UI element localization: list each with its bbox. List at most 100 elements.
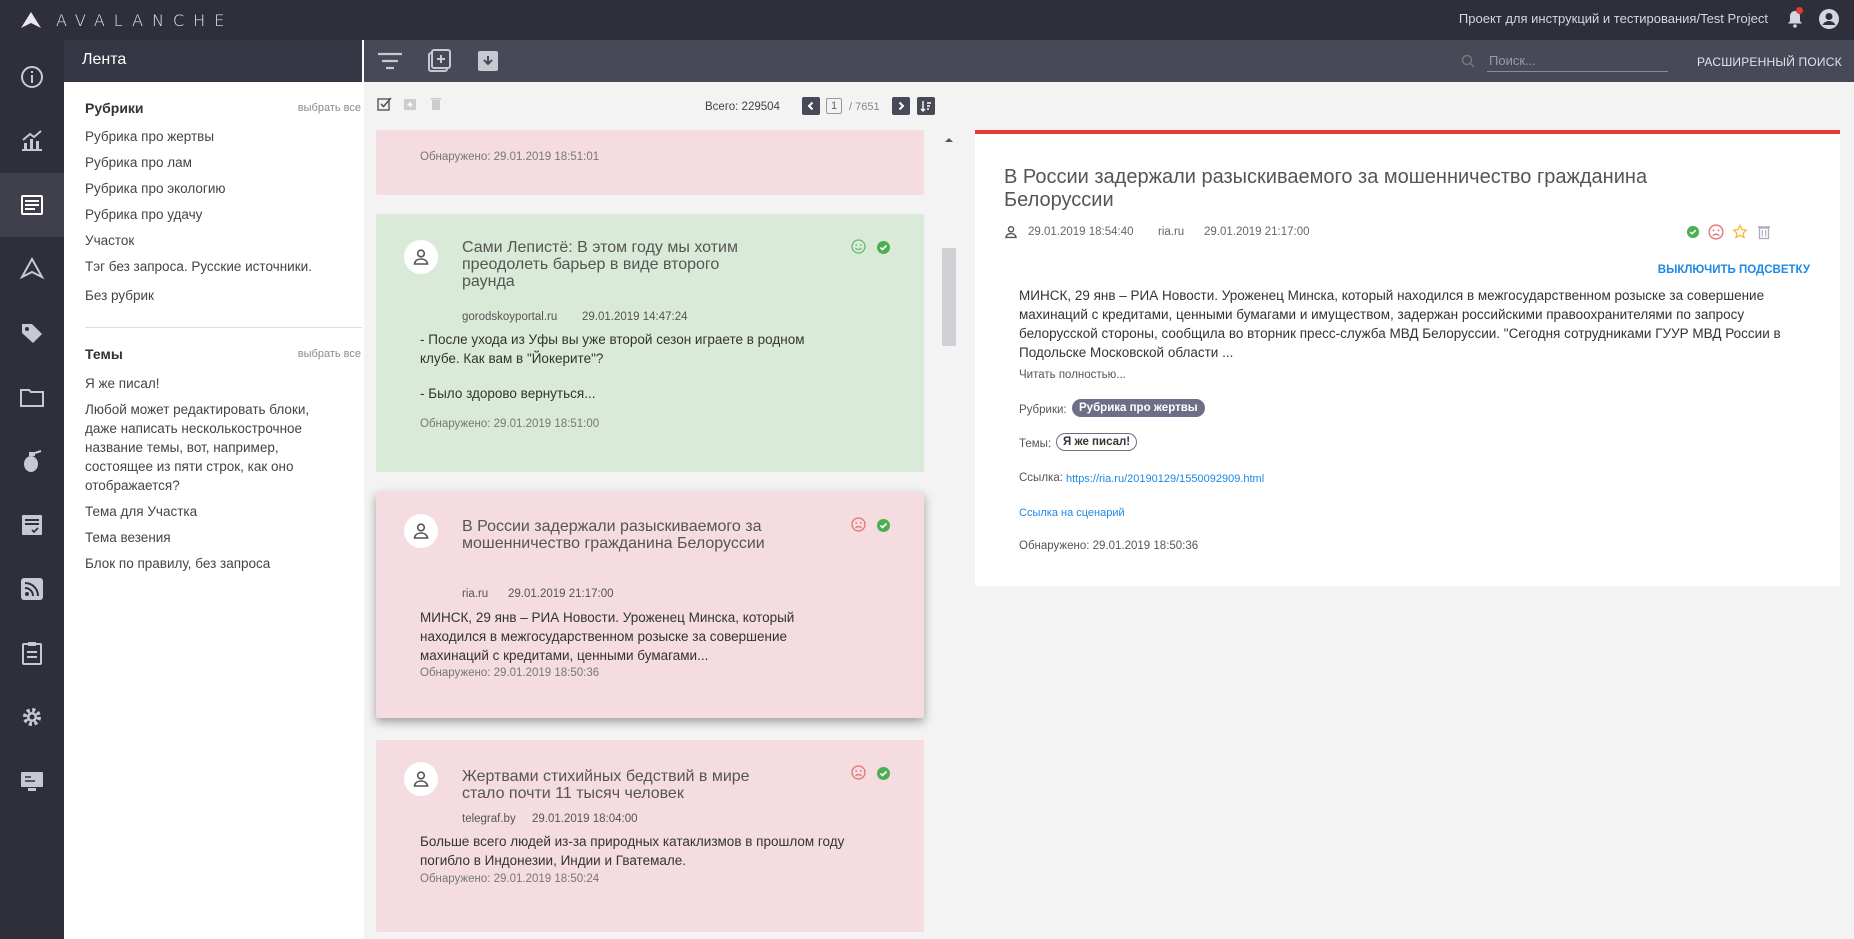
card-snippet: МИНСК, 29 янв – РИА Новости. Уроженец Ми… [420, 610, 795, 663]
rubric-item[interactable]: Рубрика про лам [85, 153, 345, 172]
check-icon[interactable] [1686, 225, 1700, 239]
sidebar-item-folders[interactable] [0, 365, 64, 429]
trash-icon[interactable] [1756, 224, 1772, 240]
add-item-icon[interactable] [425, 48, 453, 74]
theme-item[interactable]: Тема для Участка [85, 502, 345, 521]
card-snippet: - Было здорово вернуться... [420, 386, 596, 401]
card-title[interactable]: В России задержали разыскиваемого за мош… [462, 518, 772, 552]
sidebar-item-threats[interactable] [0, 429, 64, 493]
card-date: 29.01.2019 21:17:00 [508, 588, 614, 600]
detail-body: МИНСК, 29 янв – РИА Новости. Уроженец Ми… [1019, 288, 1781, 360]
themes-select-all[interactable]: выбрать все [298, 348, 361, 360]
theme-item[interactable]: Я же писал! [85, 374, 345, 393]
feed-icon [21, 195, 43, 215]
info-icon [21, 66, 43, 88]
news-feed[interactable]: Обнаружено: 29.01.2019 18:51:01 Сами Леп… [366, 130, 942, 939]
sad-face-icon[interactable] [851, 765, 866, 780]
rubric-chip[interactable]: Рубрика про жертвы [1072, 399, 1205, 417]
sidebar-nav [0, 40, 64, 939]
card-source[interactable]: ria.ru [462, 588, 488, 600]
smile-icon[interactable] [851, 239, 866, 254]
chevron-right-icon [898, 101, 905, 111]
person-icon [413, 249, 429, 265]
avatar [404, 514, 438, 548]
card-title[interactable]: Сами Лепистё: В этом году мы хотим преод… [462, 239, 772, 290]
move-to-folder-icon[interactable] [402, 96, 418, 112]
delete-icon[interactable] [428, 96, 444, 112]
filter-icon[interactable] [376, 48, 404, 74]
sidebar-item-feed[interactable] [0, 173, 64, 237]
search-input[interactable] [1487, 50, 1668, 72]
advanced-search-link[interactable]: РАСШИРЕННЫЙ ПОИСК [1697, 55, 1842, 69]
top-bar: AVALANCHE Проект для инструкций и тестир… [0, 0, 1854, 40]
check-icon[interactable] [876, 240, 891, 255]
article-detail: В России задержали разыскиваемого за мош… [975, 130, 1840, 586]
detail-date: 29.01.2019 21:17:00 [1204, 226, 1310, 238]
sidebar-item-monitor[interactable] [0, 749, 64, 813]
avalanche-icon [19, 256, 45, 280]
sidebar-item-analytics[interactable] [0, 109, 64, 173]
card-source[interactable]: telegraf.by [462, 813, 516, 825]
sad-face-icon[interactable] [851, 517, 866, 532]
sort-icon [920, 101, 931, 112]
rubric-item[interactable]: Тэг без запроса. Русские источники. [85, 257, 345, 276]
grenade-icon [24, 450, 42, 472]
rubrics-select-all[interactable]: выбрать все [298, 102, 361, 114]
sort-button[interactable] [917, 97, 935, 115]
check-icon[interactable] [876, 518, 891, 533]
detail-source[interactable]: ria.ru [1158, 226, 1184, 238]
unhighlight-button[interactable]: ВЫКЛЮЧИТЬ ПОДСВЕТКУ [1658, 264, 1810, 276]
themes-label: Темы: [1019, 438, 1052, 450]
feed-card[interactable]: Обнаружено: 29.01.2019 18:51:01 [376, 130, 924, 195]
read-more-link[interactable]: Читать полностью... [1019, 369, 1126, 381]
theme-item[interactable]: Тема везения [85, 528, 345, 547]
rss-icon [21, 578, 43, 600]
analytics-icon [22, 130, 42, 151]
feed-card-selected[interactable]: В России задержали разыскиваемого за мош… [376, 492, 924, 718]
scroll-up-icon[interactable] [942, 135, 956, 145]
search-icon[interactable] [1461, 54, 1475, 68]
scrollbar-thumb[interactable] [942, 248, 956, 346]
theme-item[interactable]: Любой может редактировать блоки, даже на… [85, 400, 335, 495]
page-title: Лента [64, 40, 364, 82]
filters-divider [85, 327, 362, 328]
rubric-item[interactable]: Без рубрик [85, 286, 345, 305]
feed-card[interactable]: Сами Лепистё: В этом году мы хотим преод… [376, 214, 924, 472]
logo[interactable]: AVALANCHE [0, 11, 233, 30]
card-found-date: Обнаружено: 29.01.2019 18:50:24 [420, 873, 600, 885]
card-snippet: Больше всего людей из-за природных катак… [420, 834, 845, 868]
rubric-item[interactable]: Рубрика про жертвы [85, 127, 345, 146]
avatar [404, 762, 438, 796]
source-link[interactable]: https://ria.ru/20190129/1550092909.html [1066, 473, 1264, 485]
archive-icon[interactable] [474, 48, 502, 74]
page-number-input[interactable]: 1 [826, 98, 842, 114]
scenario-link[interactable]: Ссылка на сценарий [1019, 507, 1125, 519]
card-date: 29.01.2019 14:47:24 [582, 311, 688, 323]
rubric-item[interactable]: Участок [85, 231, 345, 250]
feed-card[interactable]: Жертвами стихийных бедствий в мире стало… [376, 740, 924, 932]
sidebar-item-rss[interactable] [0, 557, 64, 621]
sad-face-icon[interactable] [1708, 224, 1724, 240]
theme-item[interactable]: Блок по правилу, без запроса [85, 554, 345, 573]
sidebar-item-tasks[interactable] [0, 621, 64, 685]
sidebar-item-reports[interactable] [0, 493, 64, 557]
project-name[interactable]: Проект для инструкций и тестирования/Tes… [1459, 11, 1768, 26]
star-icon[interactable] [1732, 224, 1748, 240]
sidebar-item-info[interactable] [0, 45, 64, 109]
prev-page-button[interactable] [802, 97, 820, 115]
check-icon[interactable] [876, 766, 891, 781]
card-found-date: Обнаружено: 29.01.2019 18:51:01 [420, 151, 600, 163]
sidebar-item-avalanche[interactable] [0, 237, 64, 301]
person-icon [413, 771, 429, 787]
card-source[interactable]: gorodskoyportal.ru [462, 311, 557, 323]
theme-chip[interactable]: Я же писал! [1056, 433, 1138, 451]
rubric-item[interactable]: Рубрика про экологию [85, 179, 345, 198]
next-page-button[interactable] [892, 97, 910, 115]
report-icon [22, 515, 42, 535]
sidebar-item-tags[interactable] [0, 301, 64, 365]
card-title[interactable]: Жертвами стихийных бедствий в мире стало… [462, 768, 762, 802]
user-account-icon[interactable] [1818, 8, 1840, 30]
sidebar-item-settings[interactable] [0, 685, 64, 749]
rubric-item[interactable]: Рубрика про удачу [85, 205, 345, 224]
select-all-checkbox-icon[interactable] [376, 96, 392, 112]
